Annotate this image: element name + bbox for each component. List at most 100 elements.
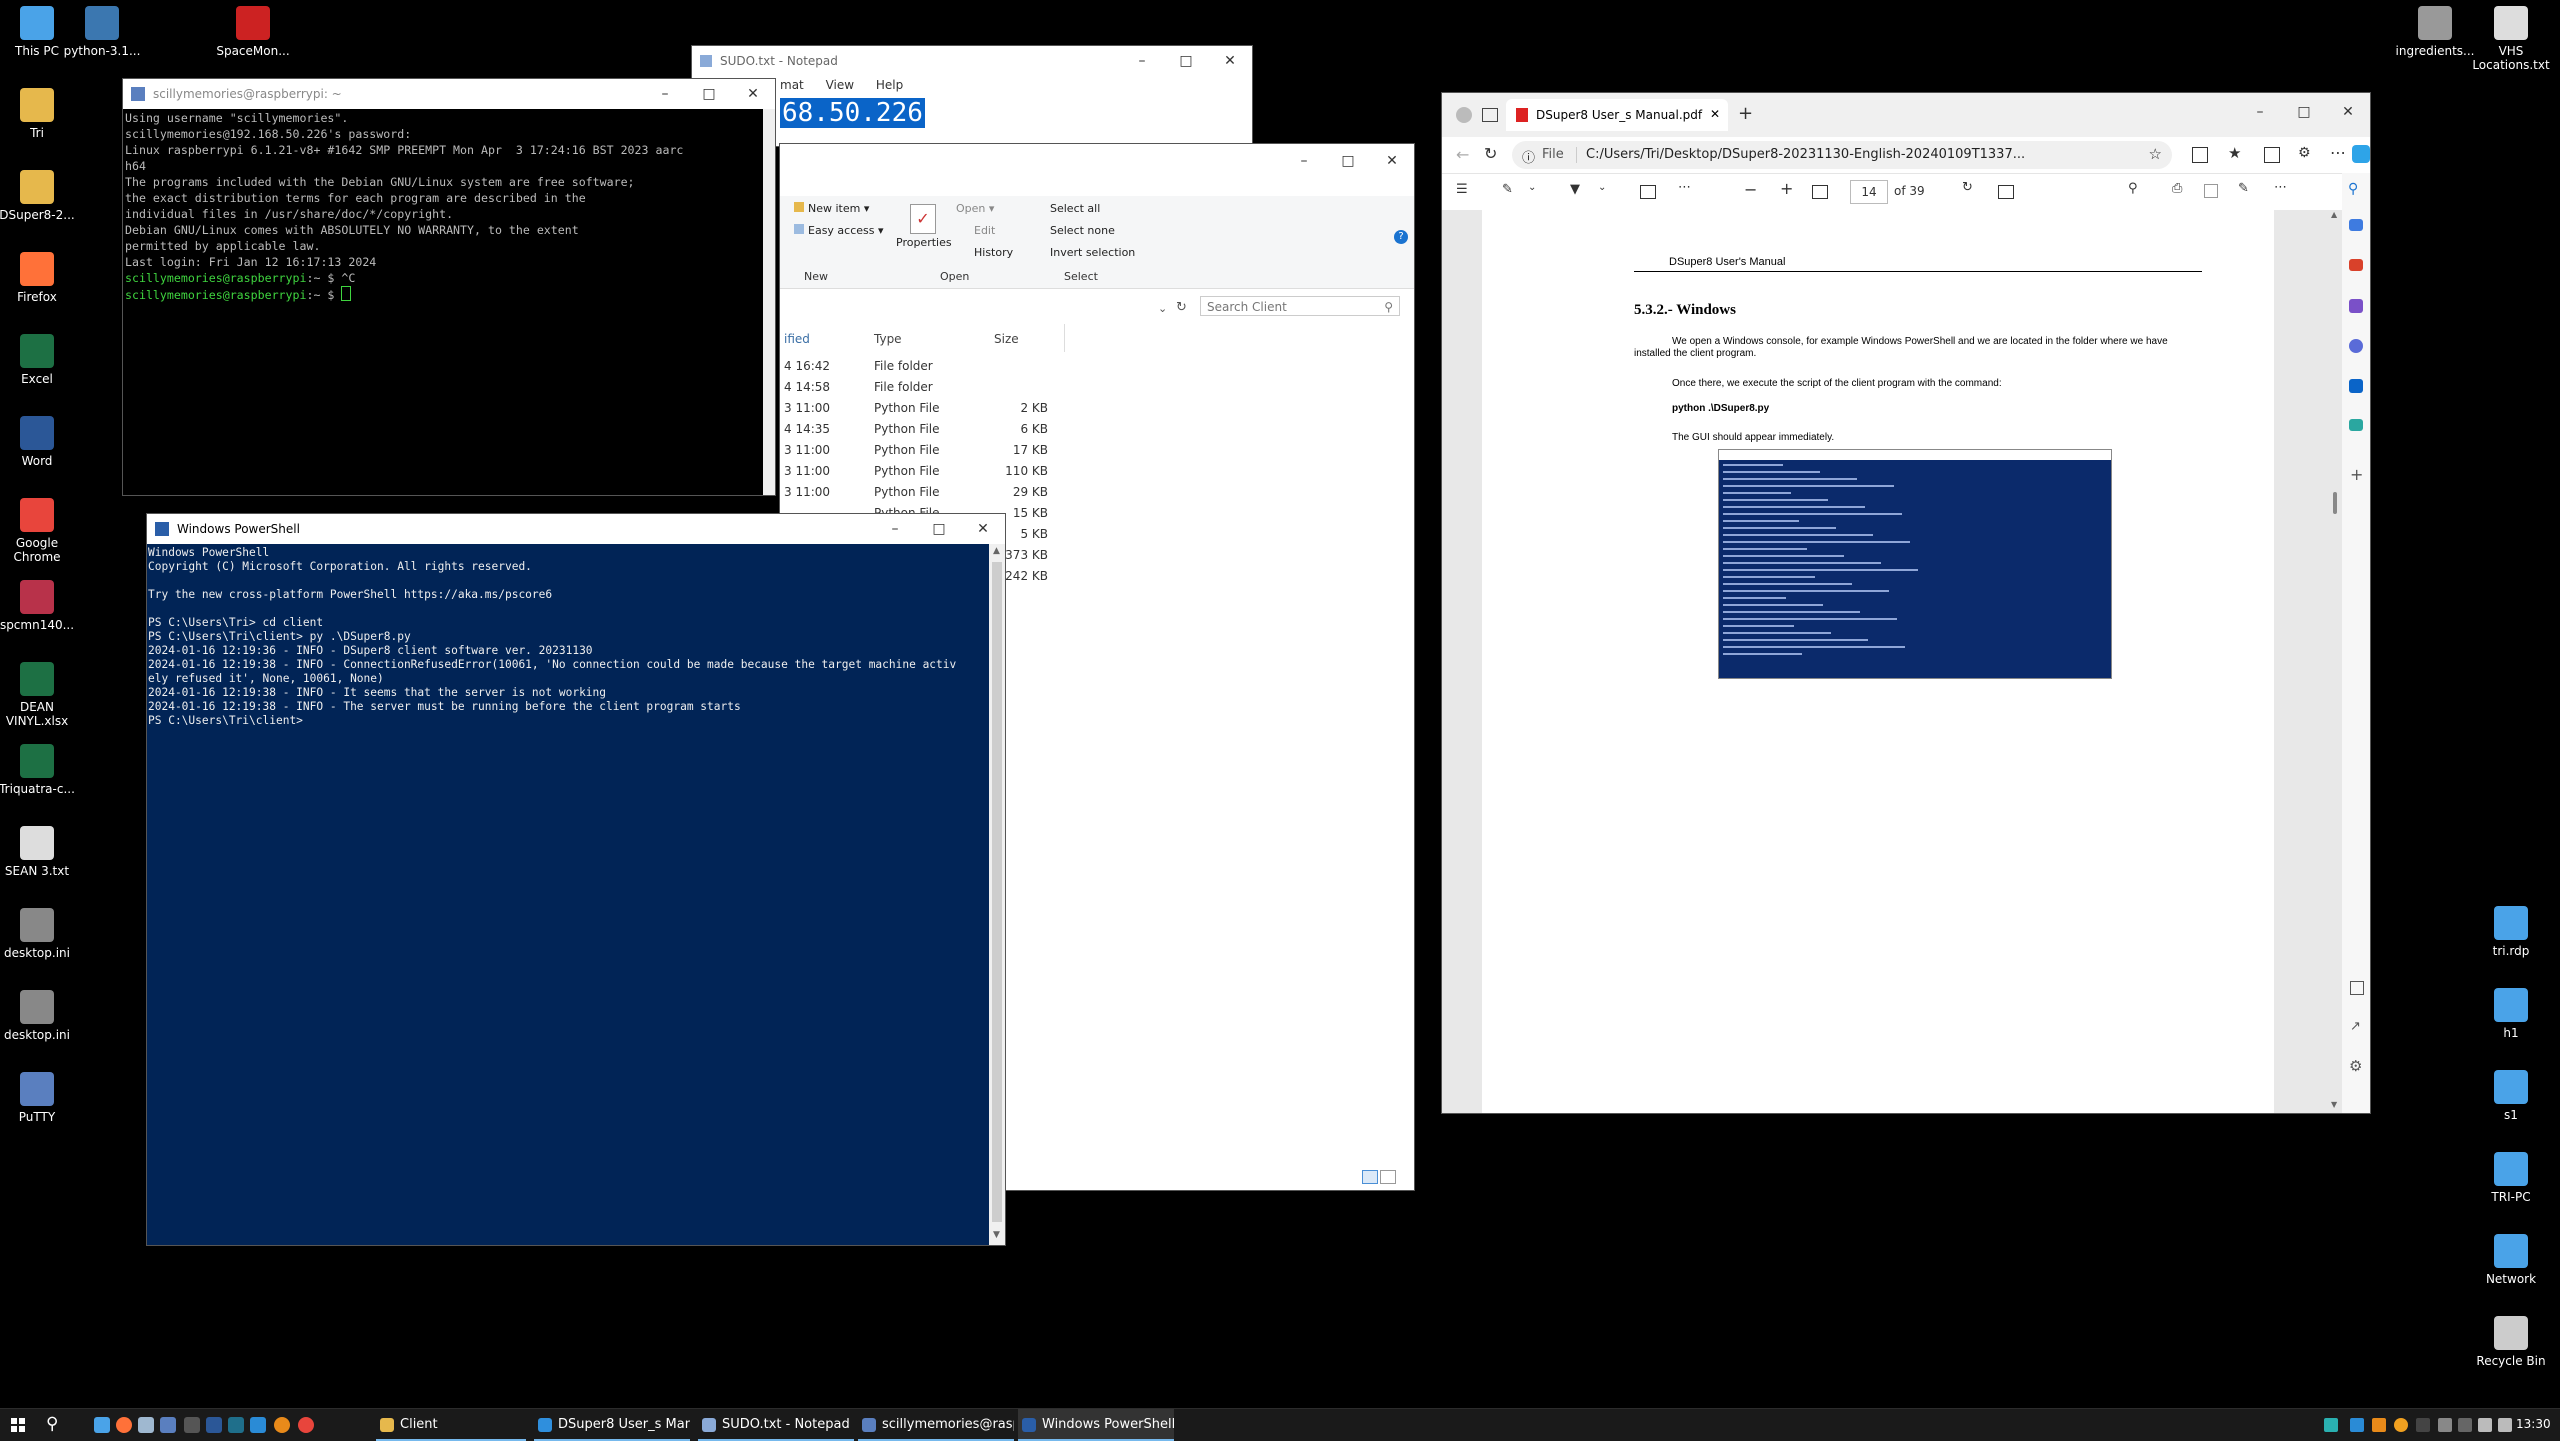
sidebar-m365-icon[interactable] xyxy=(2349,339,2363,353)
desktop-icon[interactable]: Network xyxy=(2466,1234,2556,1286)
tray-app-icon[interactable] xyxy=(2438,1418,2452,1432)
tray-app-icon[interactable] xyxy=(2324,1418,2338,1432)
desktop-icon[interactable]: DSuper8-2... xyxy=(0,170,82,222)
edit-button[interactable]: Edit xyxy=(974,224,995,237)
sidebar-outlook-icon[interactable] xyxy=(2349,379,2363,393)
desktop-icon[interactable]: Firefox xyxy=(0,252,82,304)
search-icon[interactable]: ⚲ xyxy=(2128,181,2138,196)
close-button[interactable]: ✕ xyxy=(961,514,1005,544)
copilot-icon[interactable] xyxy=(2352,145,2370,163)
select-none-button[interactable]: Select none xyxy=(1050,224,1115,237)
volume-icon[interactable] xyxy=(2498,1418,2512,1432)
two-page-icon[interactable] xyxy=(1998,185,2014,199)
desktop-icon[interactable]: SEAN 3.txt xyxy=(0,826,82,878)
table-row[interactable]: 3 11:00 Python File 2 KB xyxy=(780,398,1080,419)
desktop-icon[interactable]: PuTTY xyxy=(0,1072,82,1124)
details-view-icon[interactable] xyxy=(1362,1170,1378,1184)
page-view-icon[interactable] xyxy=(1640,185,1656,199)
putty-terminal[interactable]: Using username "scillymemories". scillyme… xyxy=(125,110,765,490)
page-number-input[interactable]: 14 xyxy=(1850,180,1888,204)
desktop-icon[interactable]: desktop.ini xyxy=(0,908,82,960)
more-icon[interactable]: ⋯ xyxy=(2330,143,2346,162)
start-icon[interactable] xyxy=(11,1418,25,1432)
favorites-icon[interactable]: ★ xyxy=(2228,144,2241,162)
zoom-out-icon[interactable]: − xyxy=(1744,180,1757,199)
info-icon[interactable]: ⓘ xyxy=(1522,147,1535,166)
clock[interactable]: 13:30 xyxy=(2516,1417,2551,1431)
scroll-down-icon[interactable]: ▼ xyxy=(993,1230,1000,1240)
minimize-button[interactable]: – xyxy=(1120,46,1164,76)
edge-window[interactable]: DSuper8 User_s Manual.pdf ✕ + – □ ✕ ← ↻ … xyxy=(1442,93,2370,1113)
menu-format[interactable]: mat xyxy=(780,78,804,92)
desktop-icon[interactable]: Recycle Bin xyxy=(2466,1316,2556,1368)
taskbar-window-button[interactable]: Client xyxy=(376,1409,526,1441)
rotate-icon[interactable]: ↻ xyxy=(1962,180,1973,195)
tray-app-icon[interactable] xyxy=(2394,1418,2408,1432)
open-button[interactable]: Open ▾ xyxy=(956,202,994,215)
sidebar-add-icon[interactable]: + xyxy=(2350,465,2363,484)
desktop-icon[interactable]: Triquatra-c... xyxy=(0,744,82,796)
firefox-icon[interactable] xyxy=(116,1417,132,1433)
save-icon[interactable] xyxy=(2204,184,2218,198)
fit-page-icon[interactable] xyxy=(1812,185,1828,199)
profile-icon[interactable] xyxy=(1456,107,1472,123)
taskbar-window-button[interactable]: scillymemories@rasp... xyxy=(858,1409,1014,1441)
desktop-icon[interactable]: SpaceMon... xyxy=(208,6,298,58)
photos-icon[interactable] xyxy=(184,1417,200,1433)
invert-selection-button[interactable]: Invert selection xyxy=(1050,246,1135,259)
help-icon[interactable]: ? xyxy=(1394,230,1408,244)
tray-app-icon[interactable] xyxy=(2458,1418,2472,1432)
notepad-titlebar[interactable]: SUDO.txt - Notepad – □ ✕ xyxy=(692,46,1252,76)
maximize-button[interactable]: □ xyxy=(687,79,731,109)
tray-app-icon[interactable] xyxy=(2372,1418,2386,1432)
desktop-icon[interactable]: Tri xyxy=(0,88,82,140)
desktop-icon[interactable]: tri.rdp xyxy=(2466,906,2556,958)
highlight-icon[interactable]: ✎ xyxy=(1502,182,1513,197)
chrome-icon[interactable] xyxy=(298,1417,314,1433)
sidebar-external-icon[interactable]: ↗ xyxy=(2350,1019,2361,1034)
minimize-button[interactable]: – xyxy=(1282,146,1326,176)
column-header-type[interactable]: Type xyxy=(874,332,902,346)
network-icon[interactable] xyxy=(2478,1418,2492,1432)
tray-app-icon[interactable] xyxy=(2350,1418,2364,1432)
refresh-icon[interactable]: ↻ xyxy=(1484,144,1497,163)
maximize-button[interactable]: □ xyxy=(1326,146,1370,176)
notepad-selected-text[interactable]: 68.50.226 xyxy=(780,98,925,128)
tab-actions-icon[interactable] xyxy=(1482,108,1498,122)
close-button[interactable]: ✕ xyxy=(1370,146,1414,176)
pdf-scrollbar[interactable]: ▲ ▼ xyxy=(2328,210,2342,1113)
publisher-icon[interactable] xyxy=(228,1417,244,1433)
sidebar-games-icon[interactable] xyxy=(2349,299,2363,313)
collections-icon[interactable] xyxy=(2264,147,2280,163)
table-row[interactable]: 3 11:00 Python File 29 KB xyxy=(780,482,1080,503)
pdf-more-icon[interactable]: ⋯ xyxy=(2274,180,2287,195)
scroll-up-icon[interactable]: ▲ xyxy=(993,546,1000,556)
back-icon[interactable]: ← xyxy=(1456,145,1469,164)
draw-icon[interactable]: ▼ xyxy=(1570,182,1580,197)
maximize-button[interactable]: □ xyxy=(917,514,961,544)
menu-view[interactable]: View xyxy=(826,78,854,92)
table-row[interactable]: 3 11:00 Python File 110 KB xyxy=(780,461,1080,482)
desktop-icon[interactable]: VHS Locations.txt xyxy=(2466,6,2556,72)
steam-icon[interactable] xyxy=(138,1417,154,1433)
desktop-icon[interactable]: Excel xyxy=(0,334,82,386)
scroll-thumb[interactable] xyxy=(992,562,1002,1222)
split-screen-icon[interactable] xyxy=(2192,147,2208,163)
scroll-up-icon[interactable]: ▲ xyxy=(2331,210,2337,219)
app-icon[interactable] xyxy=(250,1417,266,1433)
sidebar-search-icon[interactable]: ⚲ xyxy=(2348,181,2358,197)
refresh-icon[interactable]: ↻ xyxy=(1176,300,1187,315)
new-tab-button[interactable]: + xyxy=(1738,103,1753,124)
sidebar-drop-icon[interactable] xyxy=(2349,419,2363,431)
sidebar-tools-icon[interactable] xyxy=(2349,259,2363,271)
desktop-icon[interactable]: spcmn140... xyxy=(0,580,82,632)
select-all-button[interactable]: Select all xyxy=(1050,202,1100,215)
putty-pin-icon[interactable] xyxy=(160,1417,176,1433)
desktop-icon[interactable]: Google Chrome xyxy=(0,498,82,564)
sidebar-shopping-icon[interactable] xyxy=(2349,219,2363,231)
close-button[interactable]: ✕ xyxy=(731,79,775,109)
favorite-icon[interactable]: ☆ xyxy=(2149,145,2162,163)
table-row[interactable]: 4 14:35 Python File 6 KB xyxy=(780,419,1080,440)
table-row[interactable]: 3 11:00 Python File 17 KB xyxy=(780,440,1080,461)
properties-button[interactable]: Properties xyxy=(896,236,952,249)
